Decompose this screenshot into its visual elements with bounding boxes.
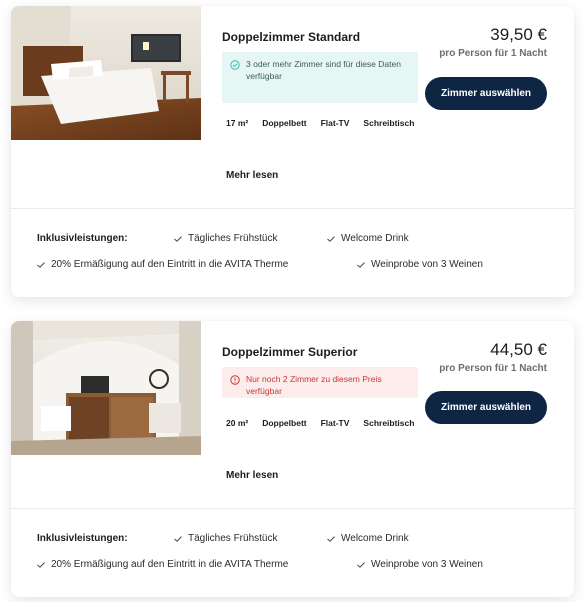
price-per-person: pro Person für 1 Nacht xyxy=(439,363,547,374)
room-photo-standard-image xyxy=(11,6,201,140)
room-card-standard: Doppelzimmer Standard 3 oder mehr Zimmer… xyxy=(11,6,574,297)
availability-notice: Nur noch 2 Zimmer zu diesem Preis verfüg… xyxy=(222,367,418,398)
room-name: Doppelzimmer Superior xyxy=(222,345,358,359)
alert-circle-icon xyxy=(230,375,240,385)
check-icon xyxy=(174,535,182,542)
inclusive-item-text: Welcome Drink xyxy=(341,233,409,244)
price: 44,50 € xyxy=(490,340,547,359)
room-card-superior: Doppelzimmer Superior Nur noch 2 Zimmer … xyxy=(11,321,574,597)
price-block: 39,50 € pro Person für 1 Nacht xyxy=(397,24,547,59)
more-link[interactable]: Mehr lesen xyxy=(226,470,278,481)
inclusive-item-text: 20% Ermäßigung auf den Eintritt in die A… xyxy=(51,559,289,570)
inclusive-item: Welcome Drink xyxy=(327,233,409,244)
feature-chip-desk: Schreibtisch xyxy=(359,415,419,431)
room-photo-superior-image xyxy=(11,321,201,455)
price-block: 44,50 € pro Person für 1 Nacht xyxy=(397,339,547,374)
select-room-button[interactable]: Zimmer auswählen xyxy=(425,391,547,424)
check-icon xyxy=(37,261,45,268)
inclusive-item: 20% Ermäßigung auf den Eintritt in die A… xyxy=(37,259,288,270)
inclusive-label: Inklusivleistungen: xyxy=(37,533,128,544)
feature-chip-size: 20 m² xyxy=(222,415,253,431)
inclusive-item: Tägliches Frühstück xyxy=(174,533,277,544)
inclusive-item: Welcome Drink xyxy=(327,533,409,544)
feature-chip-bed: Doppelbett xyxy=(258,115,311,131)
inclusive-item: 20% Ermäßigung auf den Eintritt in die A… xyxy=(37,559,288,570)
inclusive-item-text: Weinprobe von 3 Weinen xyxy=(371,259,483,270)
inclusive-item-text: Tägliches Frühstück xyxy=(188,533,278,544)
price: 39,50 € xyxy=(490,25,547,44)
inclusive-item-text: Weinprobe von 3 Weinen xyxy=(371,559,483,570)
inclusive-item: Weinprobe von 3 Weinen xyxy=(357,559,483,570)
availability-text: 3 oder mehr Zimmer sind für diese Daten … xyxy=(246,59,401,81)
feature-chip-bed: Doppelbett xyxy=(258,415,311,431)
feature-chips: 17 m² Doppelbett Flat-TV Schreibtisch xyxy=(222,115,422,131)
feature-chip-size: 17 m² xyxy=(222,115,253,131)
inclusive-item-text: Welcome Drink xyxy=(341,533,409,544)
feature-chip-tv: Flat-TV xyxy=(316,115,354,131)
check-icon xyxy=(327,535,335,542)
feature-chips: 20 m² Doppelbett Flat-TV Schreibtisch xyxy=(222,415,422,431)
inclusive-item-text: 20% Ermäßigung auf den Eintritt in die A… xyxy=(51,259,289,270)
check-icon xyxy=(174,235,182,242)
feature-chip-tv: Flat-TV xyxy=(316,415,354,431)
room-card-top: Doppelzimmer Superior Nur noch 2 Zimmer … xyxy=(11,321,574,508)
room-photo-superior[interactable] xyxy=(11,321,201,455)
more-link[interactable]: Mehr lesen xyxy=(226,170,278,181)
check-icon xyxy=(37,561,45,568)
room-name: Doppelzimmer Standard xyxy=(222,30,361,44)
inclusive-label: Inklusivleistungen: xyxy=(37,233,128,244)
inclusive-services: Inklusivleistungen: Tägliches Frühstück … xyxy=(11,209,574,297)
feature-chip-desk: Schreibtisch xyxy=(359,115,419,131)
inclusive-item-text: Tägliches Frühstück xyxy=(188,233,278,244)
check-icon xyxy=(357,261,365,268)
check-icon xyxy=(327,235,335,242)
check-icon xyxy=(357,561,365,568)
room-list: Doppelzimmer Standard 3 oder mehr Zimmer… xyxy=(0,0,586,602)
select-room-button[interactable]: Zimmer auswählen xyxy=(425,77,547,110)
inclusive-item: Tägliches Frühstück xyxy=(174,233,277,244)
check-circle-icon xyxy=(230,60,240,70)
room-card-top: Doppelzimmer Standard 3 oder mehr Zimmer… xyxy=(11,6,574,208)
inclusive-services: Inklusivleistungen: Tägliches Frühstück … xyxy=(11,509,574,597)
availability-notice: 3 oder mehr Zimmer sind für diese Daten … xyxy=(222,52,418,103)
availability-text: Nur noch 2 Zimmer zu diesem Preis verfüg… xyxy=(246,374,382,396)
room-photo-standard[interactable] xyxy=(11,6,201,140)
price-per-person: pro Person für 1 Nacht xyxy=(439,48,547,59)
inclusive-item: Weinprobe von 3 Weinen xyxy=(357,259,483,270)
